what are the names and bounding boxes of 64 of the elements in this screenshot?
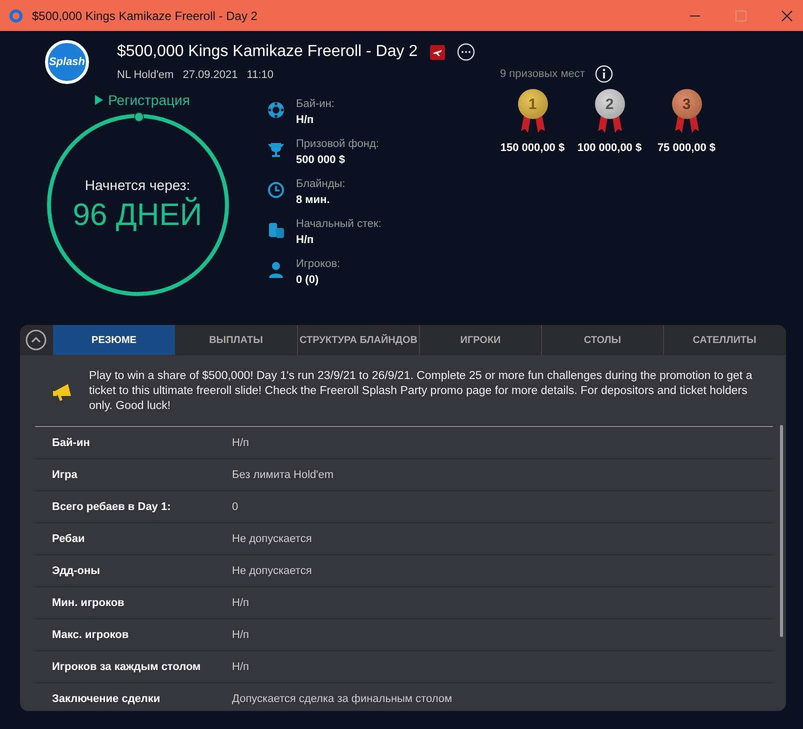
tab[interactable]: ВЫПЛАТЫ xyxy=(175,325,297,355)
stat-label: Игроков: xyxy=(296,258,340,270)
detail-value: Не допускается xyxy=(232,564,312,576)
chip-icon xyxy=(267,101,285,119)
announcement-text: Play to win a share of $500,000! Day 1's run 23/9/21 to 26/9/21. Complete 25 or more fun challenges during the promotion to get a ticket to this ultimate freeroll slide! Check the Freeroll Splash Party promo page for more details. For depositors and ticket holders only. Good luck! xyxy=(89,369,754,414)
detail-value: 0 xyxy=(232,500,238,512)
tab[interactable]: РЕЗЮМЕ xyxy=(53,325,175,355)
registration-label: Регистрация xyxy=(108,92,190,108)
detail-value: Н/п xyxy=(232,628,249,640)
player-icon xyxy=(267,261,285,279)
detail-label: Игра xyxy=(52,468,78,480)
game-type: NL Hold'em xyxy=(117,69,174,81)
countdown-label: Начнется через: xyxy=(84,177,190,193)
detail-value: Н/п xyxy=(232,596,249,608)
detail-value: Не допускается xyxy=(232,532,312,544)
medal-number: 1 xyxy=(518,89,548,119)
detail-label: Игроков за каждым столом xyxy=(52,660,202,672)
detail-label: Макс. игроков xyxy=(52,628,130,640)
stat-label: Бай-ин: xyxy=(296,98,334,110)
stat-label: Призовой фонд: xyxy=(296,138,379,150)
tab[interactable]: СТОЛЫ xyxy=(541,325,663,355)
stat-value: 500 000 $ xyxy=(296,154,346,166)
detail-label: Мин. игроков xyxy=(52,596,126,608)
detail-value: Допускается сделка за финальным столом xyxy=(232,692,452,704)
detail-label: Заключение сделки xyxy=(52,692,162,704)
prize-amount: 100 000,00 $ xyxy=(577,142,642,154)
detail-label: Бай-ин xyxy=(52,436,91,448)
stat-value: Н/п xyxy=(296,234,315,246)
clock-icon xyxy=(267,181,285,199)
app-icon xyxy=(9,8,23,22)
tab[interactable]: СТРУКТУРА БЛАЙНДОВ xyxy=(297,325,419,355)
prize-amount: 150 000,00 $ xyxy=(500,142,565,154)
detail-value: Без лимита Hold'em xyxy=(232,468,334,480)
trophy-icon xyxy=(267,141,285,159)
tab[interactable]: ИГРОКИ xyxy=(419,325,541,355)
tournament-title: $500,000 Kings Kamikaze Freeroll - Day 2 xyxy=(117,43,418,61)
tab[interactable]: САТЕЛЛИТЫ xyxy=(663,325,785,355)
close-icon[interactable] xyxy=(781,10,793,22)
detail-label: Эдд-оны xyxy=(52,564,102,576)
play-icon xyxy=(95,95,104,105)
start-date: 27.09.2021 xyxy=(182,69,238,81)
detail-value: Н/п xyxy=(232,660,249,672)
more-icon[interactable] xyxy=(456,43,475,61)
detail-label: Ребаи xyxy=(52,532,86,544)
stat-label: Блайнды: xyxy=(296,178,346,190)
collapse-icon[interactable] xyxy=(25,329,47,351)
detail-value: Н/п xyxy=(232,436,249,448)
medal-number: 3 xyxy=(672,89,702,119)
scrollbar[interactable] xyxy=(780,425,783,637)
stat-value: Н/п xyxy=(296,114,315,126)
prize-places-count: 9 призовых мест xyxy=(500,68,585,80)
stat-value: 0 (0) xyxy=(296,274,320,286)
prize-amount: 75 000,00 $ xyxy=(657,142,716,154)
airplane-icon xyxy=(430,44,445,60)
medal-number: 2 xyxy=(594,89,624,119)
coins-icon xyxy=(267,221,285,239)
logo: Splash xyxy=(45,40,89,84)
info-icon[interactable] xyxy=(594,65,613,83)
stat-value: 8 мин. xyxy=(296,194,331,206)
window-title: $500,000 Kings Kamikaze Freeroll - Day 2 xyxy=(32,8,258,22)
start-time: 11:10 xyxy=(246,69,274,81)
stat-label: Начальный стек: xyxy=(296,218,382,230)
countdown-value: 96 ДНЕЙ xyxy=(72,197,202,233)
detail-label: Всего ребаев в Day 1: xyxy=(52,500,172,512)
